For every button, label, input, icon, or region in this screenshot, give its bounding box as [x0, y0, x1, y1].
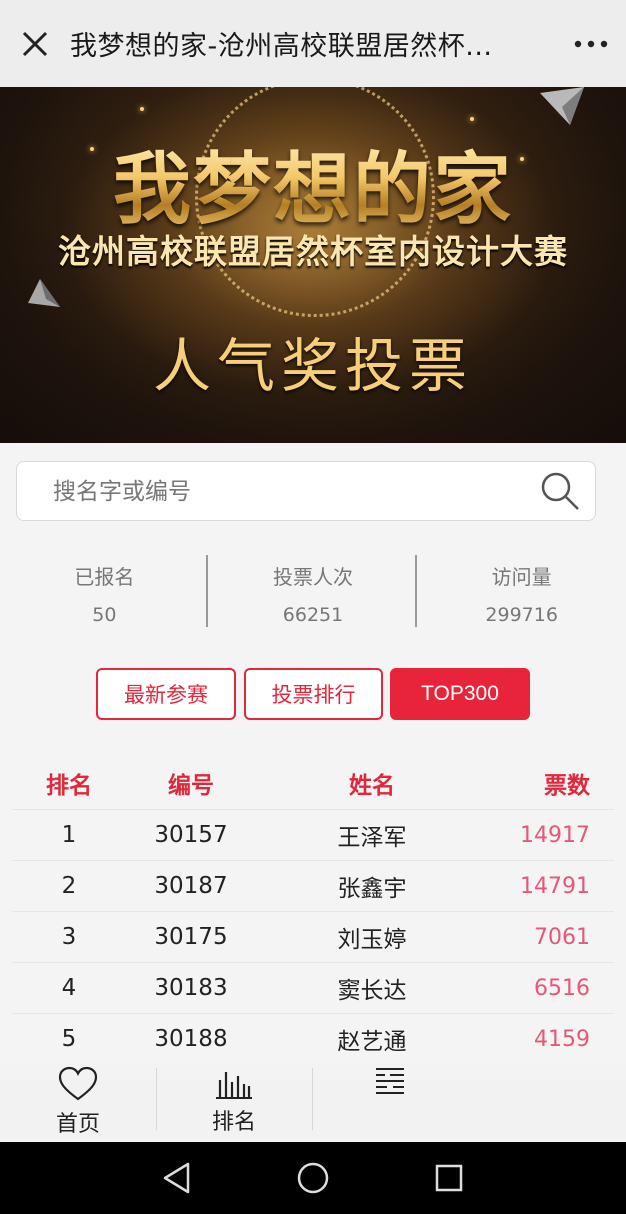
cell-rank: 5: [61, 1026, 77, 1052]
cell-name: 张鑫宇: [337, 876, 407, 902]
home-icon[interactable]: [296, 1161, 330, 1195]
cell-rank: 3: [61, 924, 77, 950]
stat-label: 投票人次: [273, 565, 353, 589]
table-row[interactable]: 3 30175 刘玉婷 7061: [12, 912, 614, 963]
cell-number: 30183: [154, 975, 228, 1001]
stat-value: 299716: [485, 604, 558, 626]
cell-number: 30175: [154, 924, 228, 950]
webview-header: 我梦想的家-沧州高校联盟居然杯...: [0, 0, 626, 87]
tab-top300[interactable]: TOP300: [390, 668, 530, 720]
search-button[interactable]: [525, 462, 595, 520]
stats-bar: 已报名 50 投票人次 66251 访问量 299716: [0, 555, 626, 627]
stat-visits: 访问量 299716: [417, 555, 626, 627]
nav-rank-label: 排名: [211, 1110, 256, 1135]
cell-votes: 4159: [534, 1026, 590, 1052]
header-rank: 排名: [46, 772, 92, 799]
table-header: 排名 编号 姓名 票数: [12, 756, 614, 810]
cell-votes: 14917: [520, 822, 590, 848]
search-icon: [541, 472, 579, 510]
cell-votes: 14791: [520, 873, 590, 899]
event-banner: 我梦想的家 沧州高校联盟居然杯室内设计大赛 人气奖投票: [0, 87, 626, 443]
nav-home-label: 首页: [55, 1112, 100, 1137]
stat-registered: 已报名 50: [0, 555, 209, 627]
nav-home[interactable]: 首页: [0, 1054, 156, 1142]
cell-rank: 1: [61, 822, 77, 848]
cell-number: 30187: [154, 873, 228, 899]
stat-label: 访问量: [491, 565, 552, 589]
table-row[interactable]: 2 30187 张鑫宇 14791: [12, 861, 614, 912]
header-name: 姓名: [349, 772, 395, 799]
nav-rank[interactable]: 排名: [156, 1054, 312, 1142]
cell-votes: 6516: [534, 975, 590, 1001]
bar-chart-icon: [216, 1072, 252, 1099]
more-button[interactable]: [556, 0, 626, 87]
bottom-nav: 首页 排名: [0, 1054, 626, 1142]
cell-name: 王泽军: [337, 825, 407, 851]
cell-number: 30188: [154, 1026, 228, 1052]
table-row[interactable]: 1 30157 王泽军 14917: [12, 810, 614, 861]
cell-name: 窦长达: [337, 978, 407, 1004]
ranking-table: 排名 编号 姓名 票数 1 30157 王泽军 14917 2 30187 张鑫…: [12, 756, 614, 1065]
cell-rank: 2: [61, 873, 77, 899]
search-input[interactable]: [17, 462, 525, 520]
nav-divider: [156, 1068, 157, 1130]
nav-divider: [312, 1068, 313, 1130]
cell-rank: 4: [61, 975, 77, 1001]
close-button[interactable]: [0, 0, 70, 87]
system-nav-bar: [0, 1142, 626, 1214]
sparkle: [140, 107, 144, 111]
banner-vote-title: 人气奖投票: [152, 334, 473, 399]
search-box: [16, 461, 596, 521]
header-number: 编号: [168, 772, 214, 799]
banner-title: 我梦想的家: [0, 127, 626, 239]
banner-subtitle: 沧州高校联盟居然杯室内设计大赛: [58, 232, 568, 271]
decor-triangle-icon: [28, 279, 60, 307]
tab-latest[interactable]: 最新参赛: [96, 668, 236, 720]
heart-icon: [58, 1066, 98, 1101]
nav-menu[interactable]: [312, 1054, 468, 1142]
stat-label: 已报名: [74, 565, 135, 589]
stat-value: 66251: [282, 604, 344, 626]
cell-name: 赵艺通: [337, 1029, 407, 1055]
recents-icon[interactable]: [434, 1163, 464, 1193]
tab-ranking[interactable]: 投票排行: [244, 668, 383, 720]
back-icon[interactable]: [162, 1161, 192, 1195]
sparkle: [470, 117, 474, 121]
header-votes: 票数: [544, 772, 590, 799]
close-icon: [22, 31, 48, 56]
cell-name: 刘玉婷: [337, 927, 407, 953]
page-title: 我梦想的家-沧州高校联盟居然杯...: [70, 31, 493, 62]
more-icon: [574, 40, 608, 47]
stat-divider: [206, 555, 208, 627]
decor-triangle-icon: [540, 87, 584, 125]
cell-number: 30157: [154, 822, 228, 848]
table-row[interactable]: 4 30183 窦长达 6516: [12, 963, 614, 1014]
menu-icon: [376, 1068, 404, 1094]
stat-votes: 投票人次 66251: [209, 555, 418, 627]
cell-votes: 7061: [534, 924, 590, 950]
stat-divider: [415, 555, 417, 627]
stat-value: 50: [92, 604, 117, 626]
filter-tabs: 最新参赛 投票排行 TOP300: [96, 668, 532, 720]
